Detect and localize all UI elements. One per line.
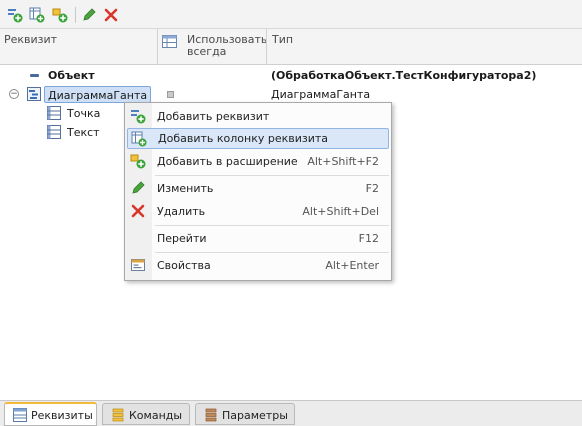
delete-icon xyxy=(130,203,146,219)
use-always-checkbox[interactable] xyxy=(167,91,174,98)
menu-item-go-to[interactable]: Перейти F12 xyxy=(127,228,389,249)
attributes-icon xyxy=(13,408,27,422)
column-separator xyxy=(157,29,158,65)
toolbar-separator xyxy=(75,7,76,23)
menu-item-add-attribute[interactable]: Добавить реквизит xyxy=(127,106,389,127)
menu-item-label: Добавить реквизит xyxy=(157,110,270,123)
commands-icon xyxy=(112,408,124,422)
menu-item-label: Перейти xyxy=(157,232,207,245)
row-name: Текст xyxy=(67,126,100,139)
context-menu: Добавить реквизит Добавить колонку рекви… xyxy=(124,102,392,281)
row-name: Объект xyxy=(48,69,95,82)
table-column-icon xyxy=(47,106,61,120)
parameters-icon xyxy=(205,408,217,422)
menu-separator xyxy=(155,225,389,226)
tab-label: Реквизиты xyxy=(31,409,93,422)
add-to-extension-button[interactable] xyxy=(51,6,69,24)
table-column-icon xyxy=(47,125,61,139)
column-header-type[interactable]: Тип xyxy=(268,29,568,65)
tab-commands[interactable]: Команды xyxy=(102,403,190,425)
add-attribute-icon xyxy=(8,9,23,23)
tab-attributes[interactable]: Реквизиты xyxy=(4,402,97,426)
add-column-icon xyxy=(29,7,45,23)
column-header-attribute[interactable]: Реквизит xyxy=(0,29,157,65)
table-column-icon xyxy=(162,35,177,48)
add-attribute-button[interactable] xyxy=(6,6,24,24)
menu-item-edit[interactable]: Изменить F2 xyxy=(127,178,389,199)
gantt-chart-icon xyxy=(27,87,41,101)
properties-icon xyxy=(130,257,146,273)
add-attribute-icon xyxy=(130,108,146,124)
object-icon xyxy=(30,74,39,77)
menu-item-shortcut: Alt+Enter xyxy=(325,259,379,272)
menu-item-add-to-extension[interactable]: Добавить в расширение Alt+Shift+F2 xyxy=(127,151,389,172)
edit-icon xyxy=(130,180,146,196)
table-row[interactable]: Объект (ОбработкаОбъект.ТестКонфигуратор… xyxy=(0,66,582,85)
row-name-selected[interactable]: ДиаграммаГанта xyxy=(44,86,152,103)
column-separator xyxy=(266,29,267,65)
delete-button[interactable] xyxy=(102,6,120,24)
row-name: Точка xyxy=(67,107,101,120)
add-column-icon xyxy=(131,131,147,147)
edit-icon xyxy=(83,8,96,21)
menu-item-delete[interactable]: Удалить Alt+Shift+Del xyxy=(127,201,389,222)
menu-item-label: Изменить xyxy=(157,182,214,195)
add-column-button[interactable] xyxy=(28,6,46,24)
row-type: (ОбработкаОбъект.ТестКонфигуратора2) xyxy=(271,69,537,82)
menu-item-shortcut: F2 xyxy=(365,182,379,195)
menu-item-shortcut: F12 xyxy=(358,232,379,245)
add-to-extension-icon xyxy=(130,153,146,169)
menu-item-add-column[interactable]: Добавить колонку реквизита xyxy=(127,128,389,149)
add-to-extension-icon xyxy=(52,8,68,23)
edit-button[interactable] xyxy=(80,6,98,24)
toolbar xyxy=(0,0,582,29)
menu-item-properties[interactable]: Свойства Alt+Enter xyxy=(127,255,389,276)
tab-label: Параметры xyxy=(222,409,288,422)
grid-header: Реквизит Использовать всегда Тип xyxy=(0,29,582,65)
delete-icon xyxy=(104,8,118,22)
menu-item-shortcut: Alt+Shift+F2 xyxy=(307,155,379,168)
tab-label: Команды xyxy=(129,409,183,422)
menu-item-label: Добавить колонку реквизита xyxy=(158,132,329,145)
menu-item-label: Добавить в расширение xyxy=(157,155,298,168)
menu-item-label: Свойства xyxy=(157,259,211,272)
collapse-toggle-icon[interactable]: − xyxy=(9,89,19,99)
tab-parameters[interactable]: Параметры xyxy=(195,403,295,425)
bottom-tab-bar: Реквизиты Команды Параметры xyxy=(0,400,582,426)
menu-item-label: Удалить xyxy=(157,205,206,218)
menu-item-shortcut: Alt+Shift+Del xyxy=(302,205,379,218)
menu-separator xyxy=(155,252,389,253)
column-header-use-always[interactable]: Использовать всегда xyxy=(183,29,267,65)
row-type: ДиаграммаГанта xyxy=(271,88,371,101)
menu-separator xyxy=(155,175,389,176)
